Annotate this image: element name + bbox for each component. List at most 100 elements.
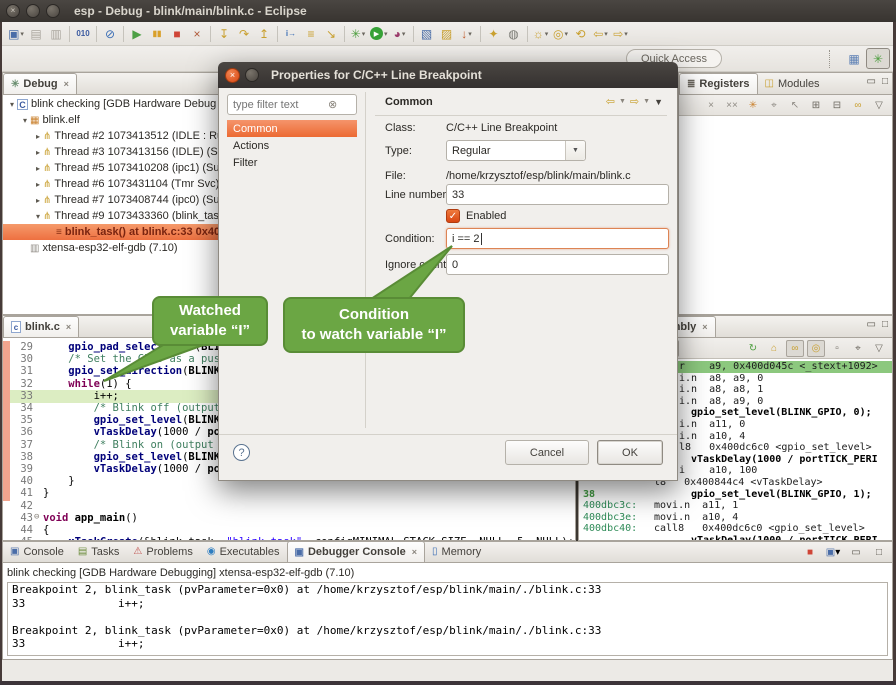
native-registers-button[interactable]: ✳	[744, 97, 762, 114]
last-edit-location-button[interactable]: ⟲	[571, 24, 591, 44]
registers-content[interactable]	[679, 117, 892, 314]
save-button[interactable]: ▤	[26, 24, 46, 44]
window-minimize-button[interactable]	[26, 4, 40, 18]
terminate-button[interactable]: ■	[167, 24, 187, 44]
tab-modules[interactable]: ◫Modules	[758, 73, 827, 94]
new-view-button[interactable]: ▫	[828, 340, 846, 357]
dialog-nav-actions[interactable]: Actions	[227, 137, 357, 154]
dialog-close-button[interactable]: ×	[225, 68, 240, 83]
close-icon[interactable]: ×	[702, 322, 707, 332]
chevron-down-icon[interactable]: ▼	[643, 98, 650, 105]
line-number-field[interactable]: 33	[446, 184, 669, 205]
new-c-project-button[interactable]: ▧	[417, 24, 437, 44]
tab-debugger-console[interactable]: ▣Debugger Console×	[287, 541, 426, 562]
profile-button[interactable]: ◕▾	[390, 24, 410, 44]
maximize-icon[interactable]: □	[882, 76, 888, 87]
save-all-button[interactable]: ▥	[46, 24, 66, 44]
home-button[interactable]: ⌂	[765, 340, 783, 357]
dialog-minimize-button[interactable]	[245, 68, 259, 82]
tab-executables[interactable]: ◉Executables	[200, 541, 287, 562]
close-icon[interactable]: ×	[64, 79, 69, 89]
dialog-nav-filter[interactable]: Filter	[227, 154, 357, 171]
debug-perspective-button[interactable]: ✳	[866, 48, 890, 69]
condition-field[interactable]: i == 2	[446, 228, 669, 249]
pin-button[interactable]: ⌖	[765, 97, 783, 114]
run-button[interactable]: ▶▾	[368, 24, 390, 44]
refresh-button[interactable]: ↻	[744, 340, 762, 357]
dialog-nav-common[interactable]: Common	[227, 120, 357, 137]
resume-button[interactable]: ▶	[127, 24, 147, 44]
forward-button[interactable]: ⇨▾	[611, 24, 631, 44]
console-output[interactable]: Breakpoint 2, blink_task (pvParameter=0x…	[7, 582, 888, 656]
minimize-icon[interactable]: ▭	[867, 319, 876, 330]
step-return-button[interactable]: ↥	[254, 24, 274, 44]
tree-expander-icon[interactable]: ▸	[33, 148, 43, 157]
suspend-button[interactable]: ▮▮	[147, 24, 167, 44]
pin-button[interactable]: ⌖	[849, 340, 867, 357]
tree-expander-icon[interactable]: ▸	[33, 164, 43, 173]
close-icon[interactable]: ×	[66, 322, 71, 332]
tab-tasks[interactable]: ▤Tasks	[71, 541, 127, 562]
track-expression-button[interactable]: ◎	[807, 340, 825, 357]
open-folder-button[interactable]: ▨	[437, 24, 457, 44]
tree-expander-icon[interactable]: ▾	[7, 100, 17, 109]
link-pc-button[interactable]: ∞	[786, 340, 804, 357]
drop-to-frame-button[interactable]: ≡	[301, 24, 321, 44]
minimize-button[interactable]: ▭	[847, 544, 865, 561]
tab-console[interactable]: ▣Console	[3, 541, 71, 562]
remove-all-registers-button[interactable]: ××	[723, 97, 741, 114]
chevron-down-icon[interactable]: ▼	[619, 98, 626, 105]
ignore-count-field[interactable]: 0	[446, 254, 669, 275]
back-icon[interactable]: ⇦	[606, 95, 615, 108]
type-select[interactable]: Regular ▼	[446, 140, 586, 161]
tab-debug[interactable]: ✳ Debug ×	[3, 73, 77, 94]
expand-all-button[interactable]: ⊞	[807, 97, 825, 114]
link-with-debug-button[interactable]: ∞	[849, 97, 867, 114]
debug-button[interactable]: ✳▾	[348, 24, 368, 44]
tree-expander-icon[interactable]: ▸	[33, 180, 43, 189]
collapse-all-button[interactable]: ⊟	[828, 97, 846, 114]
use-step-filters-button[interactable]: ↘	[321, 24, 341, 44]
disconnect-button[interactable]: ×	[187, 24, 207, 44]
clear-filter-icon[interactable]: ⊗	[328, 98, 337, 111]
tab-problems[interactable]: ⚠Problems	[126, 541, 199, 562]
view-menu-button[interactable]: ▽	[870, 340, 888, 357]
window-maximize-button[interactable]	[46, 4, 60, 18]
tab-memory[interactable]: ▯Memory	[425, 541, 488, 562]
remove-register-button[interactable]: ×	[702, 97, 720, 114]
pointer-button[interactable]: ↖	[786, 97, 804, 114]
tree-expander-icon[interactable]: ▸	[33, 196, 43, 205]
forward-icon[interactable]: ⇨	[630, 95, 639, 108]
tree-expander-icon[interactable]: ▾	[33, 212, 43, 221]
cancel-button[interactable]: Cancel	[505, 440, 589, 465]
maximize-button[interactable]: □	[870, 544, 888, 561]
instruction-stepping-button[interactable]: i→	[281, 24, 301, 44]
close-icon[interactable]: ×	[412, 547, 417, 557]
run-last-tool-button[interactable]: ◎▾	[551, 24, 571, 44]
world-button[interactable]: ◍	[504, 24, 524, 44]
step-into-button[interactable]: ↧	[214, 24, 234, 44]
display-selected-console-button[interactable]: ▣▾	[824, 544, 842, 561]
window-close-button[interactable]: ×	[6, 4, 20, 18]
ok-button[interactable]: OK	[597, 440, 663, 465]
skip-all-breakpoints-button[interactable]: ⊘	[100, 24, 120, 44]
back-button[interactable]: ⇦▾	[591, 24, 611, 44]
tab-registers[interactable]: ≣Registers	[679, 73, 758, 94]
maximize-icon[interactable]: □	[882, 319, 888, 330]
tree-expander-icon[interactable]: ▾	[20, 116, 30, 125]
filter-input[interactable]	[228, 99, 328, 111]
brush-button[interactable]: ✦	[484, 24, 504, 44]
cpp-perspective-button[interactable]: ▦	[842, 48, 866, 69]
view-menu-icon[interactable]: ▼	[654, 97, 663, 107]
help-button[interactable]: ?	[233, 444, 250, 461]
enabled-checkbox[interactable]: ✓	[446, 209, 460, 223]
new-wizard-button[interactable]: ▣▾	[6, 24, 26, 44]
tree-expander-icon[interactable]: ▸	[33, 132, 43, 141]
terminate-console-button[interactable]: ■	[801, 544, 819, 561]
fold-marker-icon[interactable]: ⊖	[34, 512, 39, 522]
binary-console-button[interactable]: 010	[73, 24, 93, 44]
flash-download-button[interactable]: ↓▾	[457, 24, 477, 44]
view-menu-button[interactable]: ▽	[870, 97, 888, 114]
minimize-icon[interactable]: ▭	[867, 76, 876, 87]
external-tools-button[interactable]: ☼▾	[531, 24, 551, 44]
